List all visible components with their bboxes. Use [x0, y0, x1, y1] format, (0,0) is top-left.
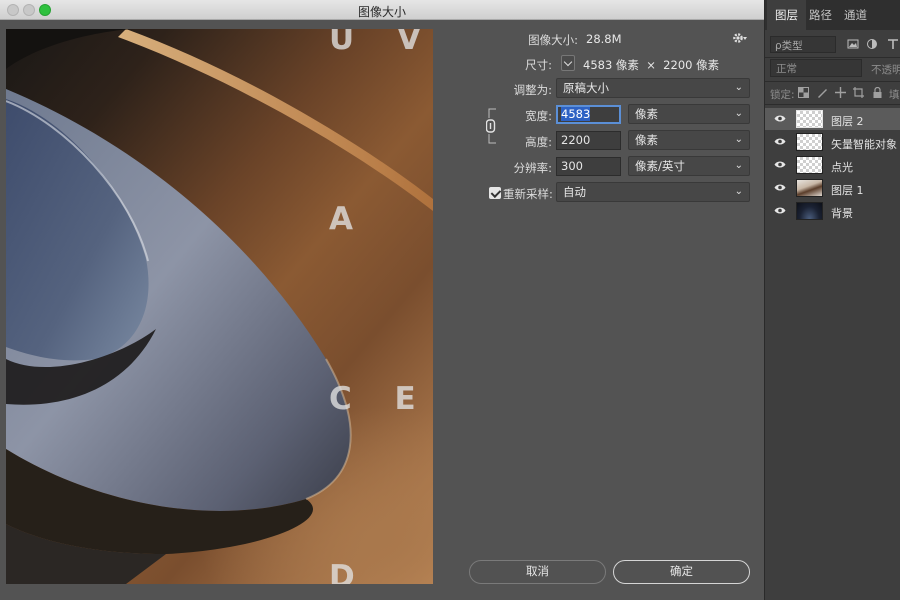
- width-label: 宽度:: [525, 109, 552, 123]
- height-unit-select[interactable]: 像素 ⌄: [628, 130, 750, 150]
- eye-icon[interactable]: [774, 114, 786, 123]
- dimensions-value: 4583 像素 × 2200 像素: [583, 58, 720, 72]
- tab-paths[interactable]: 路径: [801, 0, 840, 30]
- chevron-down-icon: ⌄: [734, 108, 743, 119]
- layers-panel: 图层 路径 通道 ρ类型 正常 不透明 锁定: 填 图层 2 矢量智能对象 点光…: [764, 0, 900, 600]
- chevron-down-icon: ⌄: [734, 160, 743, 171]
- chevron-down-icon: ⌄: [734, 134, 743, 145]
- image-size-dialog: 图像大小 U V A C E D 图像大小: 28.8M 尺寸: 4583 像素…: [0, 0, 764, 600]
- eye-icon[interactable]: [774, 160, 786, 169]
- resample-label: 重新采样:: [503, 187, 553, 201]
- panel-divider: [765, 81, 900, 82]
- preview-letter-a: A: [329, 201, 369, 237]
- preview-letters-mid: C E I: [329, 381, 433, 417]
- preview-artwork: [6, 29, 433, 584]
- blend-mode-select[interactable]: 正常: [770, 59, 862, 77]
- lock-artboard-icon[interactable]: [853, 87, 864, 98]
- image-size-value: 28.8M: [586, 32, 622, 46]
- image-size-label: 图像大小:: [528, 33, 578, 47]
- eye-icon[interactable]: [774, 137, 786, 146]
- layer-thumbnail: [796, 202, 823, 220]
- layer-name: 点光: [831, 161, 853, 174]
- layer-name: 矢量智能对象: [831, 138, 897, 151]
- fill-label: 填: [889, 89, 900, 101]
- width-unit-select[interactable]: 像素 ⌄: [628, 104, 750, 124]
- gear-icon[interactable]: [732, 32, 748, 44]
- resolution-unit-value: 像素/英寸: [635, 159, 685, 173]
- layer-row[interactable]: 背景: [765, 200, 900, 222]
- resample-checkbox[interactable]: [489, 187, 501, 199]
- type-filter-icon[interactable]: [887, 38, 899, 50]
- layer-name: 图层 1: [831, 184, 864, 197]
- layer-thumbnail: [796, 133, 823, 151]
- fit-to-label: 调整为:: [513, 83, 552, 97]
- layer-row[interactable]: 图层 2: [765, 108, 900, 130]
- dimensions-unit-toggle[interactable]: [561, 55, 575, 71]
- lock-transparent-pixels-icon[interactable]: [798, 87, 809, 98]
- layer-row[interactable]: 点光: [765, 154, 900, 176]
- ok-button[interactable]: 确定: [613, 560, 750, 584]
- layer-thumbnail: [796, 110, 823, 128]
- image-filter-icon[interactable]: [847, 38, 859, 50]
- width-unit-value: 像素: [635, 107, 658, 121]
- resample-method-value: 自动: [563, 185, 586, 199]
- resolution-input-value: 300: [561, 159, 583, 173]
- adjustment-filter-icon[interactable]: [866, 38, 878, 50]
- layer-thumbnail: [796, 156, 823, 174]
- chevron-down-icon: ⌄: [734, 186, 743, 197]
- layer-thumbnail: [796, 179, 823, 197]
- fit-to-value: 原稿大小: [563, 81, 609, 95]
- dialog-title: 图像大小: [357, 5, 406, 19]
- panel-divider: [765, 104, 900, 105]
- cancel-button[interactable]: 取消: [469, 560, 606, 584]
- title-bar: 图像大小: [0, 0, 764, 20]
- layer-row[interactable]: 矢量智能对象: [765, 131, 900, 153]
- height-label: 高度:: [525, 135, 552, 149]
- layer-filter-value: ρ类型: [775, 40, 803, 52]
- blend-mode-value: 正常: [776, 63, 797, 75]
- fit-to-select[interactable]: 原稿大小 ⌄: [556, 78, 750, 98]
- width-input[interactable]: 4583: [556, 105, 621, 124]
- height-unit-value: 像素: [635, 133, 658, 147]
- resolution-label: 分辨率:: [513, 161, 552, 175]
- eye-icon[interactable]: [774, 183, 786, 192]
- height-input-value: 2200: [561, 133, 591, 147]
- panel-tabs: 图层 路径 通道: [765, 0, 900, 30]
- dimensions-label: 尺寸:: [525, 58, 552, 72]
- opacity-label: 不透明: [871, 64, 900, 76]
- lock-image-pixels-icon[interactable]: [817, 87, 828, 98]
- height-input[interactable]: 2200: [556, 131, 621, 150]
- image-preview[interactable]: U V I A C E I D: [6, 29, 433, 584]
- layer-name: 图层 2: [831, 115, 864, 128]
- width-input-value: 4583: [561, 107, 591, 121]
- chevron-down-icon: ⌄: [734, 82, 743, 93]
- layer-row[interactable]: 图层 1: [765, 177, 900, 199]
- lock-all-icon[interactable]: [872, 87, 883, 98]
- lock-label: 锁定:: [770, 89, 795, 101]
- preview-letter-d: D: [329, 559, 371, 584]
- preview-letters-top: U V I: [329, 29, 433, 57]
- resample-method-select[interactable]: 自动 ⌄: [556, 182, 750, 202]
- lock-position-icon[interactable]: [835, 87, 846, 98]
- layer-filter-select[interactable]: ρ类型: [770, 36, 836, 53]
- panel-divider: [765, 57, 900, 58]
- eye-icon[interactable]: [774, 206, 786, 215]
- resolution-input[interactable]: 300: [556, 157, 621, 176]
- layer-name: 背景: [831, 207, 853, 220]
- tab-channels[interactable]: 通道: [836, 0, 875, 30]
- resolution-unit-select[interactable]: 像素/英寸 ⌄: [628, 156, 750, 176]
